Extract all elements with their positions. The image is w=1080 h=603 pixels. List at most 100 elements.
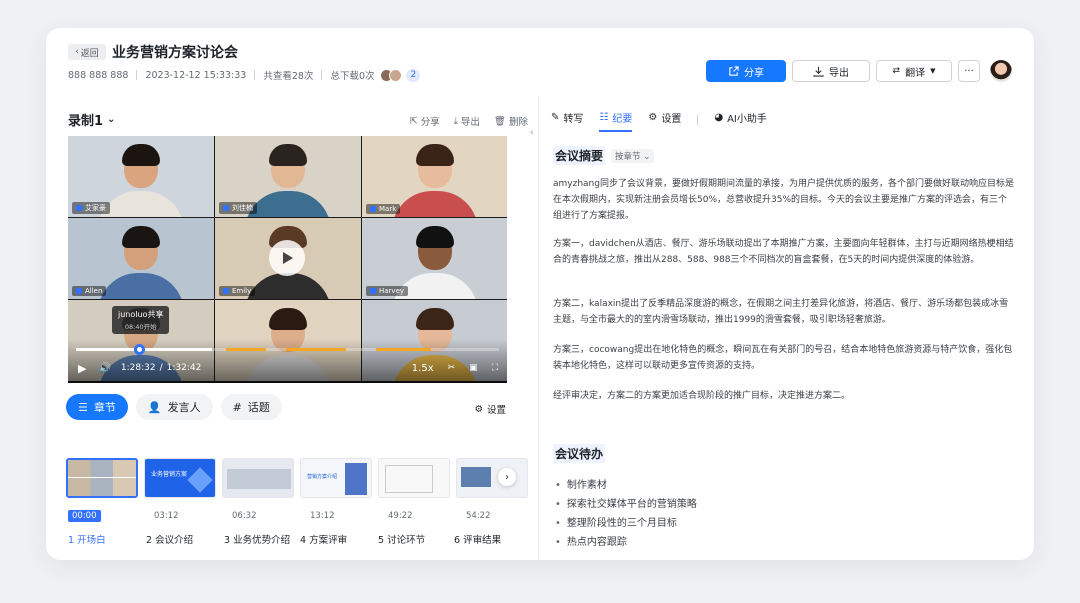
participant-tile: 艾家豪 [68,136,214,217]
participant-tile: Harvey [362,218,507,299]
play-icon[interactable] [269,240,305,276]
page-title: 业务营销方案讨论会 [112,45,238,61]
more-button[interactable]: ··· [958,60,980,82]
recording-share-button[interactable]: ⇱ 分享 [409,114,440,129]
chevron-right-icon[interactable]: › [498,468,516,486]
progress-handle[interactable] [134,344,145,355]
tab-minutes[interactable]: ☷ 纪要 [599,110,632,132]
tab-chapters[interactable]: ☰ 章节 [66,394,128,420]
chapter-time[interactable]: 06:32 [228,510,261,522]
chapter-time[interactable]: 49:22 [384,510,417,522]
progress-segment [376,348,431,351]
transcript-icon: ✎ [551,112,560,123]
player-panel: 录制1 ⌄ ⇱ 分享 ⤓ 导出 🗑 删除 艾家豪 刘佳楠 Mark Allen Emily Har… [46,96,528,560]
tab-speakers[interactable]: 👤 发言人 [135,394,213,420]
todo-title: 会议待办 [553,444,606,463]
download-icon: ⤓ [453,115,458,127]
chapter-time[interactable]: 03:12 [150,510,183,522]
todo-list: 制作素材 探索社交媒体平台的营销策略 整理阶段性的三个月目标 热点内容跟踪 [555,476,697,552]
participant-name: Allen [72,286,107,296]
chapter-label[interactable]: 4 方案评审 [300,532,347,546]
chapter-time[interactable]: 13:12 [306,510,339,522]
speed-button[interactable]: 1.5x [412,363,434,374]
collapse-icon[interactable]: ‹ [530,128,534,138]
back-button[interactable]: ‹ 返回 [68,44,106,60]
participant-tile: Mark [362,136,507,217]
chapter-thumb[interactable]: 营销方案介绍 [300,458,372,498]
chevron-down-icon: ⌄ [107,114,116,125]
share-icon: ⇱ [409,115,418,127]
tab-settings[interactable]: ⚙ 设置 [648,110,681,129]
chapter-label[interactable]: 5 讨论环节 [378,532,425,546]
participant-tile: 刘佳楠 [215,136,361,217]
chapter-thumb[interactable]: 业务营销方案 [144,458,216,498]
tab-ai-assistant[interactable]: ◕ AI小助手 [714,110,767,129]
trash-icon: 🗑 [493,115,506,127]
settings-button[interactable]: ⚙ 设置 [474,402,506,417]
summary-paragraph: amyzhang同步了会议背景，要做好假期期间流量的承接，为用户提供优质的服务，… [553,179,1014,221]
volume-icon[interactable]: 🔊 [98,363,110,374]
time-current: 1:28:32 [120,363,156,373]
progress-segment [286,348,346,351]
meeting-meta: 888 888 888 2023-12-12 15:33:33 共查看28次 总… [68,68,421,82]
control-bar: ▶ 🔊 1:28:32 / 1:32:42 1.5x ✂ ▣ ⛶ [78,361,498,375]
tab-topics[interactable]: # 话题 [220,394,282,420]
notes-panel: ✎ 转写 ☷ 纪要 ⚙ 设置 ◕ AI小助手 会议摘要 按章节 ⌄ amyzhang同步… [538,96,1034,560]
share-button[interactable]: 分享 [706,60,786,82]
summary-mode-dropdown[interactable]: 按章节 ⌄ [611,148,655,163]
chapter-thumb[interactable] [378,458,450,498]
chapter-thumb[interactable] [66,458,138,498]
user-avatar[interactable] [990,60,1012,82]
person-icon: 👤 [147,400,162,414]
chapter-label[interactable]: 6 评审结果 [454,532,501,546]
tab-transcript[interactable]: ✎ 转写 [551,110,583,129]
avatar [389,68,403,82]
summary-paragraph: 方案一，davidchen从酒店、餐厅、游乐场联动提出了本期推广方案，主要面向年… [553,239,1014,265]
scissors-icon[interactable]: ✂ [448,363,456,373]
translate-icon: ⇄ [892,66,901,76]
recording-actions: ⇱ 分享 ⤓ 导出 🗑 删除 [409,114,528,129]
todo-item: 制作素材 [555,476,697,495]
export-button[interactable]: 导出 [792,60,870,82]
play-button-icon[interactable]: ▶ [78,362,86,375]
notes-tabs: ✎ 转写 ☷ 纪要 ⚙ 设置 ◕ AI小助手 [551,110,767,132]
panel-tabs: ☰ 章节 👤 发言人 # 话题 [66,394,282,420]
summary-title: 会议摘要 [553,146,606,165]
gear-icon: ⚙ [474,403,483,415]
chapter-label[interactable]: 3 业务优势介绍 [224,532,290,546]
recording-export-button[interactable]: ⤓ 导出 [453,114,480,129]
chapter-thumb[interactable] [456,458,528,498]
summary-heading: 会议摘要 按章节 ⌄ [553,146,655,165]
participant-name: Harvey [366,286,409,296]
pip-icon[interactable]: ▣ [469,363,478,373]
chevron-left-icon: ‹ [75,47,79,57]
chapter-label[interactable]: 1 开场白 [68,532,106,546]
chapter-time[interactable]: 00:00 [68,510,101,522]
chapter-time[interactable]: 54:22 [462,510,495,522]
participant-name: 艾家豪 [72,202,110,214]
recording-selector[interactable]: 录制1 ⌄ [68,110,115,129]
timeline-tooltip: junoluo共享 08:40开始 [112,306,170,334]
progress-segment [226,348,266,351]
summary-paragraph: 经评审决定，方案二的方案更加适合现阶段的推广目标，决定推进方案二。 [553,391,851,401]
translate-dropdown[interactable]: ⇄ 翻译 ▼ [876,60,952,82]
view-count: 共查看28次 [263,71,314,82]
time-total: 1:32:42 [166,363,202,373]
chapter-thumb[interactable] [222,458,294,498]
chapter-label[interactable]: 2 会议介绍 [146,532,193,546]
meeting-id: 888 888 888 [68,69,129,81]
download-count: 总下载0次 [330,71,375,82]
fullscreen-icon[interactable]: ⛶ [492,363,498,373]
caret-down-icon: ▼ [930,67,936,75]
viewer-avatars[interactable]: 2 [380,68,421,82]
chapter-labels: 1 开场白 2 会议介绍 3 业务优势介绍 4 方案评审 5 讨论环节 6 评审结果 [68,532,516,548]
video-player[interactable]: 艾家豪 刘佳楠 Mark Allen Emily Harvey junoluo共享 08:… [68,136,507,383]
gear-icon: ⚙ [648,112,658,123]
summary-paragraph: 方案二，kalaxin提出了反季精品深度游的概念，在假期之间主打差异化旅游，将酒… [553,299,1009,325]
list-icon: ☰ [78,400,88,414]
download-icon [813,66,824,77]
hash-icon: # [232,400,242,414]
summary-paragraph: 方案三，cocowang提出在地化特色的概念，瞬间瓦在有关部门的号召，结合本地特… [553,345,1013,371]
meeting-card: ‹ 返回 业务营销方案讨论会 888 888 888 2023-12-12 15:… [46,28,1034,560]
recording-delete-button[interactable]: 🗑 删除 [493,114,528,129]
